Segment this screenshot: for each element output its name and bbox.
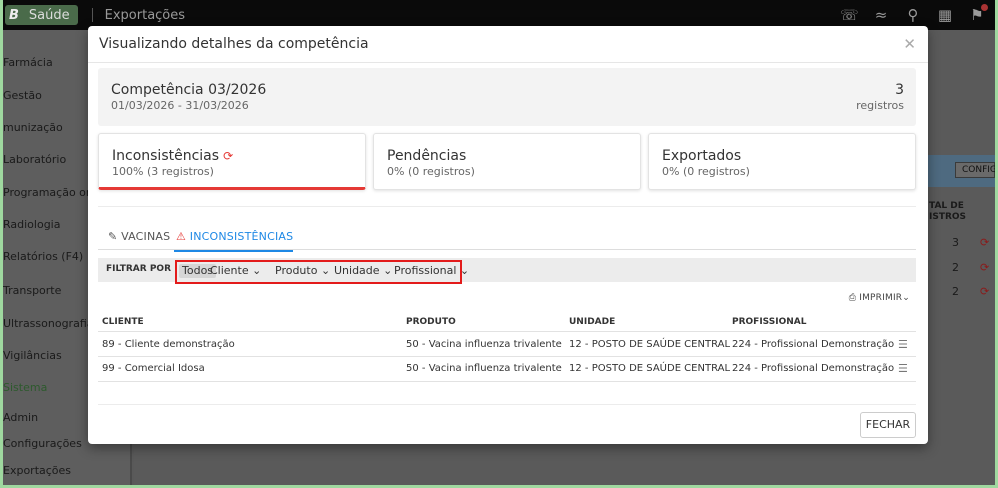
sidebar-item-configuracoes[interactable]: Configurações (3, 437, 82, 450)
cell-cliente: 99 - Comercial Idosa (102, 363, 205, 374)
config-button[interactable]: CONFIG (955, 162, 997, 178)
column-header-profissional[interactable]: PROFISSIONAL (732, 317, 806, 327)
list-icon[interactable]: ☰ (898, 338, 908, 351)
column-header-unidade[interactable]: UNIDADE (569, 317, 615, 327)
cell-unidade: 12 - POSTO DE SAÚDE CENTRAL (569, 363, 731, 374)
filter-label: FILTRAR POR (106, 264, 172, 274)
column-header-cliente[interactable]: CLIENTE (102, 317, 144, 327)
table-divider (98, 331, 916, 332)
refresh-icon[interactable]: ⟳ (980, 285, 989, 298)
chevron-down-icon: ⌄ (320, 264, 331, 277)
print-button[interactable]: ⎙ IMPRIMIR⌄ (849, 293, 910, 303)
app-name: Saúde (28, 7, 70, 23)
registros-label: registros (856, 99, 904, 112)
competencia-title: Competência 03/2026 (111, 82, 267, 98)
pencil-icon: ✎ (108, 230, 118, 243)
card-inconsistencias[interactable]: Inconsistências ⟳ 100% (3 registros) (98, 133, 366, 190)
search-icon[interactable]: ⚲ (904, 6, 922, 24)
divider (91, 8, 93, 22)
refresh-icon[interactable]: ⟳ (980, 236, 989, 249)
total-header: TAL DE (929, 201, 964, 211)
cell-profissional: 224 - Profissional Demonstração (732, 339, 895, 350)
sidebar-item-exportacoes[interactable]: Exportações (3, 464, 71, 477)
total-value: 2 (952, 261, 959, 274)
refresh-icon[interactable]: ⟳ (980, 261, 989, 274)
cell-produto: 50 - Vacina influenza trivalente (406, 339, 562, 350)
tab-vacinas[interactable]: ✎ VACINAS (108, 230, 170, 243)
details-modal: Visualizando detalhes da competência ✕ C… (88, 26, 928, 444)
sidebar-item-transporte[interactable]: Transporte (3, 284, 61, 297)
competencia-range: 01/03/2026 - 31/03/2026 (111, 99, 249, 112)
wifi-icon[interactable]: ≈ (872, 6, 890, 24)
card-subtitle: 100% (3 registros) (112, 165, 214, 178)
chevron-down-icon: ⌄ (252, 264, 262, 277)
sidebar-item-vigilancias[interactable]: Vigilâncias (3, 349, 62, 362)
card-subtitle: 0% (0 registros) (662, 165, 750, 178)
chevron-down-icon: ⌄ (459, 264, 470, 277)
column-header-produto[interactable]: PRODUTO (406, 317, 456, 327)
cell-profissional: 224 - Profissional Demonstração (732, 363, 895, 374)
tabs: ✎ VACINAS ⚠ INCONSISTÊNCIAS (98, 222, 916, 252)
refresh-icon: ⟳ (223, 149, 234, 163)
sidebar-item-ultrassonografia[interactable]: Ultrassonografia (3, 317, 94, 330)
sidebar-item-laboratorio[interactable]: Laboratório (3, 153, 66, 166)
cell-cliente: 89 - Cliente demonstração (102, 339, 235, 350)
app-logo: B (9, 7, 19, 23)
sidebar-item-farmacia[interactable]: Farmácia (3, 56, 53, 69)
divider (88, 62, 928, 63)
chevron-down-icon: ⌄ (902, 293, 910, 303)
headset-icon[interactable]: ☏ (840, 6, 859, 24)
registros-count: 3 (895, 82, 904, 98)
warning-icon: ⚠ (176, 230, 187, 243)
card-title: Exportados (662, 148, 742, 164)
filter-profissional[interactable]: Profissional ⌄ (391, 264, 472, 278)
sidebar-item-admin[interactable]: Admin (3, 411, 38, 424)
filter-cliente[interactable]: Cliente ⌄ (207, 264, 264, 278)
filter-unidade[interactable]: Unidade ⌄ (331, 264, 395, 278)
cell-unidade: 12 - POSTO DE SAÚDE CENTRAL (569, 339, 731, 350)
sidebar-item-gestao[interactable]: Gestão (3, 89, 42, 102)
total-value: 3 (952, 236, 959, 249)
page-title: Exportações (104, 7, 186, 23)
tab-inconsistencias[interactable]: ⚠ INCONSISTÊNCIAS (174, 230, 294, 252)
table-divider (98, 356, 916, 357)
fechar-button[interactable]: FECHAR (860, 412, 916, 438)
card-title: Pendências (387, 148, 467, 164)
card-pendencias[interactable]: Pendências 0% (0 registros) (373, 133, 641, 190)
modal-title: Visualizando detalhes da competência (99, 36, 369, 52)
total-header-2: ISTROS (929, 212, 967, 222)
card-exportados[interactable]: Exportados 0% (0 registros) (648, 133, 916, 190)
list-icon[interactable]: ☰ (898, 362, 908, 375)
frame-left (0, 0, 3, 488)
grid-icon[interactable]: ▦ (936, 6, 954, 24)
filter-produto[interactable]: Produto ⌄ (272, 264, 333, 278)
table-divider (98, 381, 916, 382)
sidebar-item-radiologia[interactable]: Radiologia (3, 218, 60, 231)
sidebar-item-imunizacao[interactable]: munização (3, 121, 63, 134)
card-title: Inconsistências ⟳ (112, 148, 234, 164)
card-subtitle: 0% (0 registros) (387, 165, 475, 178)
sidebar-item-programacao[interactable]: Programação orç (3, 186, 96, 199)
printer-icon: ⎙ (848, 293, 857, 303)
total-value: 2 (952, 285, 959, 298)
divider (98, 206, 916, 207)
divider (98, 404, 916, 405)
app-brand[interactable]: B Saúde (5, 5, 78, 25)
sidebar-section-sistema[interactable]: Sistema (3, 381, 47, 394)
sidebar-item-relatorios[interactable]: Relatórios (F4) (3, 250, 83, 263)
close-icon[interactable]: ✕ (903, 35, 916, 53)
top-icons: ☏ ≈ ⚲ ▦ ⚑ (840, 4, 988, 24)
notifications-icon[interactable]: ⚑ (968, 4, 988, 24)
competencia-summary: Competência 03/2026 01/03/2026 - 31/03/2… (98, 68, 916, 126)
cell-produto: 50 - Vacina influenza trivalente (406, 363, 562, 374)
notification-dot (981, 4, 988, 11)
